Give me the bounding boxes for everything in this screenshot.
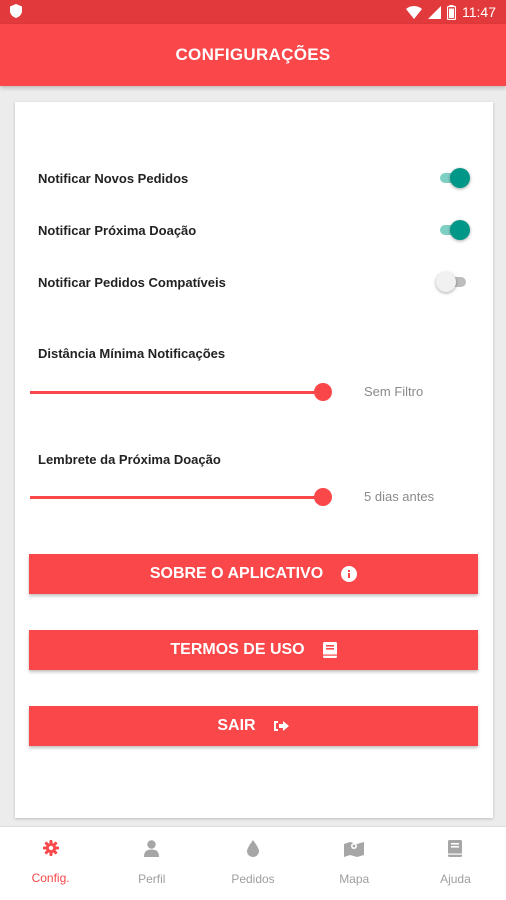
page-title: CONFIGURAÇÕES bbox=[175, 45, 331, 64]
toggle-label: Notificar Novos Pedidos bbox=[38, 170, 189, 186]
reminder-value: 5 dias antes bbox=[364, 489, 435, 504]
book-icon bbox=[448, 840, 463, 862]
slider-thumb[interactable] bbox=[314, 488, 332, 506]
toggle-switch-compatible-requests[interactable] bbox=[436, 272, 468, 292]
terms-button-label: TERMOS DE USO bbox=[170, 641, 305, 658]
app-bar: CONFIGURAÇÕES bbox=[0, 24, 506, 86]
toggle-label: Notificar Pedidos Compatíveis bbox=[38, 274, 226, 290]
status-indicators: 11:47 bbox=[406, 4, 496, 20]
slider-track bbox=[30, 391, 324, 394]
toggle-switch-next-donation[interactable] bbox=[438, 220, 470, 240]
signal-icon bbox=[428, 5, 441, 19]
nav-label: Pedidos bbox=[231, 872, 275, 886]
nav-item-help[interactable]: Ajuda bbox=[405, 827, 506, 900]
settings-card: Notificar Novos Pedidos Notificar Próxim… bbox=[15, 102, 493, 818]
distance-value: Sem Filtro bbox=[364, 384, 424, 399]
about-button-label: SOBRE O APLICATIVO bbox=[149, 565, 324, 582]
nav-label: Perfil bbox=[138, 872, 166, 886]
status-time: 11:47 bbox=[462, 4, 496, 20]
book-icon bbox=[322, 642, 337, 658]
nav-item-map[interactable]: Mapa bbox=[304, 827, 405, 900]
about-app-button[interactable]: SOBRE O APLICATIVO bbox=[29, 554, 478, 594]
toggle-switch-new-requests[interactable] bbox=[438, 168, 470, 188]
toggle-row-next-donation: Notificar Próxima Doação bbox=[38, 220, 470, 240]
reminder-label: Lembrete da Próxima Doação bbox=[38, 452, 221, 467]
bottom-navigation: Config. Perfil Pedidos Mapa Ajuda bbox=[0, 826, 506, 900]
sign-out-icon bbox=[273, 719, 290, 733]
status-bar: 11:47 bbox=[0, 0, 506, 24]
info-icon bbox=[341, 566, 358, 582]
distance-label: Distância Mínima Notificações bbox=[38, 346, 226, 361]
wifi-icon bbox=[406, 5, 422, 19]
nav-item-config[interactable]: Config. bbox=[0, 827, 101, 900]
nav-item-requests[interactable]: Pedidos bbox=[202, 827, 303, 900]
toggle-row-new-requests: Notificar Novos Pedidos bbox=[38, 168, 470, 188]
distance-slider[interactable]: Sem Filtro bbox=[28, 382, 468, 402]
drop-icon bbox=[247, 840, 259, 862]
toggle-label: Notificar Próxima Doação bbox=[38, 222, 197, 238]
reminder-slider[interactable]: 5 dias antes bbox=[28, 487, 468, 507]
slider-thumb[interactable] bbox=[314, 383, 332, 401]
shield-icon bbox=[10, 3, 22, 21]
gear-icon bbox=[42, 840, 59, 861]
nav-label: Mapa bbox=[339, 872, 370, 886]
nav-label: Config. bbox=[31, 871, 70, 885]
person-icon bbox=[144, 840, 160, 862]
battery-icon bbox=[447, 4, 456, 20]
toggle-row-compatible-requests: Notificar Pedidos Compatíveis bbox=[38, 272, 468, 292]
slider-track bbox=[30, 496, 324, 499]
nav-item-profile[interactable]: Perfil bbox=[101, 827, 202, 900]
nav-label: Ajuda bbox=[440, 872, 471, 886]
exit-button[interactable]: SAIR bbox=[29, 706, 478, 746]
exit-button-label: SAIR bbox=[217, 717, 256, 734]
terms-of-use-button[interactable]: TERMOS DE USO bbox=[29, 630, 478, 670]
map-icon bbox=[344, 840, 365, 862]
